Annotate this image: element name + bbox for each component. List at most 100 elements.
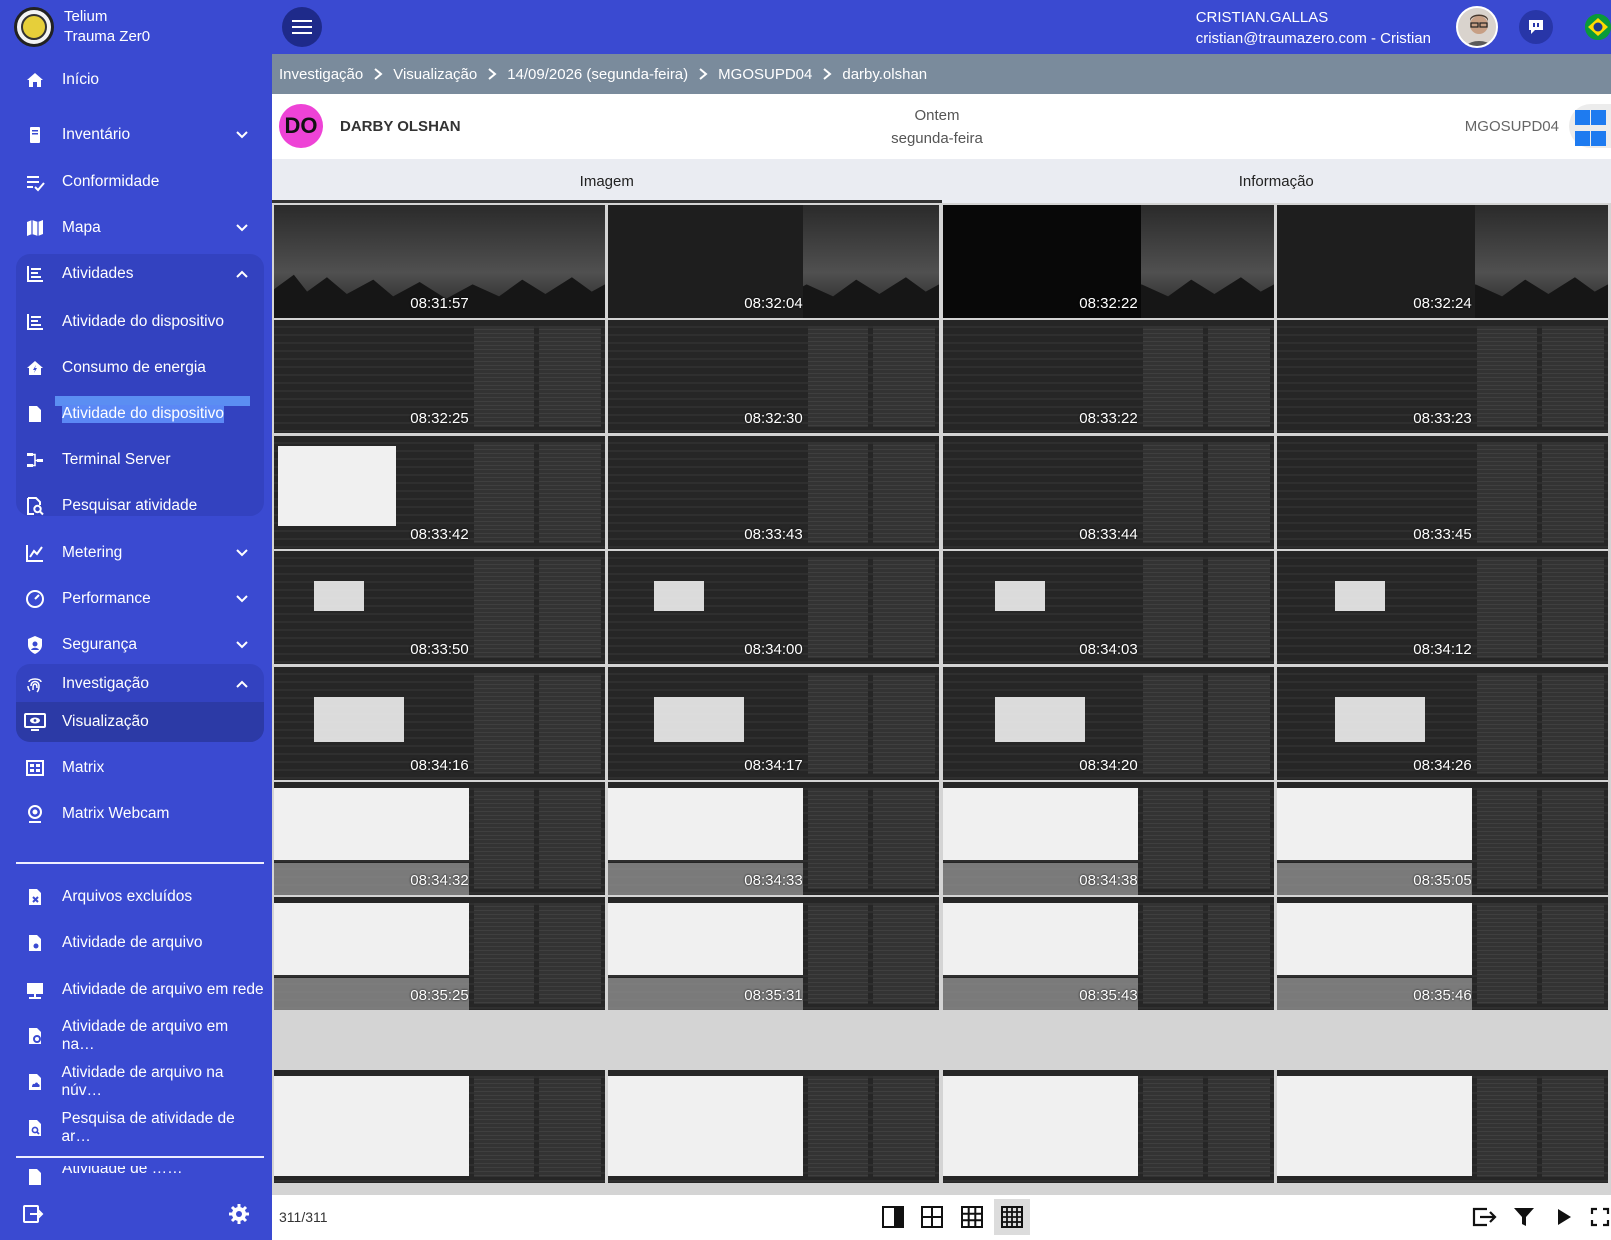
thumbnail-timestamp: 08:34:32 [410,872,469,889]
sidebar-item-atividade-arquivo-na[interactable]: Atividade de arquivo em na… [16,1016,264,1056]
screenshot-thumbnail[interactable]: 08:34:16 [274,667,605,780]
sidebar-item-investigacao[interactable]: Investigação [16,664,264,704]
screenshot-thumbnail[interactable]: 08:33:45 [1277,436,1608,549]
screenshot-thumbnail[interactable]: 08:33:50 [274,551,605,664]
grid-image-icon [24,757,46,779]
sidebar-item-matrix[interactable]: Matrix [16,748,264,788]
screenshot-thumbnail[interactable]: 08:32:04 [608,205,939,318]
screenshot-thumbnail[interactable]: 08:34:17 [608,667,939,780]
screenshot-thumbnail[interactable]: 08:34:38 [943,782,1274,895]
sidebar-item-truncated[interactable]: Atividade de …… [16,1166,264,1188]
windows-logo-icon [1569,104,1611,148]
breadcrumb-device[interactable]: MGOSUPD04 [718,66,812,83]
screenshot-thumbnail[interactable]: 08:32:24 [1277,205,1608,318]
screenshot-thumbnail[interactable]: 08:34:03 [943,551,1274,664]
chevron-up-icon[interactable] [232,674,252,694]
sidebar-item-seguranca[interactable]: Segurança [16,625,264,665]
sidebar-item-consumo-energia[interactable]: Consumo de energia [16,348,264,388]
sidebar-item-matrix-webcam[interactable]: Matrix Webcam [16,794,264,834]
screenshot-thumbnail[interactable] [1277,1070,1608,1183]
hamburger-menu-button[interactable] [282,7,322,47]
breadcrumb-visualizacao[interactable]: Visualização [393,66,477,83]
sidebar-item-performance[interactable]: Performance [16,579,264,619]
thumbnail-timestamp: 08:34:20 [1079,757,1138,774]
gauge-icon [24,588,46,610]
screenshot-thumbnail[interactable]: 08:34:26 [1277,667,1608,780]
export-icon [1472,1207,1497,1227]
activity-list-icon [24,263,46,285]
screenshot-thumbnail[interactable]: 08:34:12 [1277,551,1608,664]
sidebar-item-conformidade[interactable]: Conformidade [16,162,264,202]
screenshot-thumbnail[interactable]: 08:34:20 [943,667,1274,780]
screenshot-thumbnail[interactable]: 08:34:00 [608,551,939,664]
chevron-down-icon[interactable] [232,543,252,563]
brand[interactable]: Telium Trauma Zer0 [0,0,272,54]
logout-icon[interactable] [22,1203,44,1230]
screenshot-thumbnail[interactable]: 08:33:44 [943,436,1274,549]
layout-3x3-button[interactable] [954,1199,990,1235]
layout-2x2-button[interactable] [914,1199,950,1235]
screenshot-thumbnail[interactable]: 08:35:46 [1277,897,1608,1010]
breadcrumb-date[interactable]: 14/09/2026 (segunda-feira) [507,66,688,83]
sidebar-item-atividade-arquivo[interactable]: Atividade de arquivo [16,923,264,963]
user-info[interactable]: CRISTIAN.GALLAS cristian@traumazero.com … [1196,7,1431,49]
filter-button[interactable] [1508,1201,1540,1233]
sidebar-item-atividades[interactable]: Atividades [16,254,264,294]
breadcrumb-user: darby.olshan [842,65,928,83]
layout-4x4-button[interactable] [994,1199,1030,1235]
sidebar-item-atividade-dispositivo[interactable]: Atividade do dispositivo [16,302,264,342]
screenshot-thumbnail[interactable]: 08:35:05 [1277,782,1608,895]
file-eye-icon [24,932,46,954]
tab-imagem[interactable]: Imagem [272,159,942,203]
sidebar-item-atividade-arquivo-rede[interactable]: Atividade de arquivo em rede [16,970,264,1010]
chevron-down-icon[interactable] [232,218,252,238]
avatar[interactable] [1456,6,1498,48]
screenshot-thumbnail[interactable]: 08:32:25 [274,320,605,433]
language-flag-brazil-icon[interactable] [1585,14,1611,40]
screenshot-thumbnail[interactable]: 08:34:32 [274,782,605,895]
chat-button[interactable] [1519,10,1553,44]
screenshot-thumbnail[interactable]: 08:33:22 [943,320,1274,433]
screenshot-thumbnail[interactable]: 08:32:30 [608,320,939,433]
layout-1-column-button[interactable] [875,1199,911,1235]
screenshot-thumbnail[interactable]: 08:35:43 [943,897,1274,1010]
file-deleted-icon [24,886,46,908]
sidebar-item-metering[interactable]: Metering [16,533,264,573]
sidebar-item-arquivos-excluidos[interactable]: Arquivos excluídos [16,877,264,917]
fullscreen-button[interactable] [1584,1201,1611,1233]
sidebar-item-inventario[interactable]: Inventário [16,115,264,155]
chevron-down-icon[interactable] [232,635,252,655]
sidebar-item-pesquisa-atividade-arquivo[interactable]: Pesquisa de atividade de ar… [16,1108,264,1148]
settings-gear-icon[interactable] [228,1203,250,1230]
thumbnail-timestamp: 08:32:25 [410,410,469,427]
breadcrumb-investigacao[interactable]: Investigação [279,66,363,83]
sidebar-item-atividade-dispositivo-selected[interactable]: Atividade do dispositivo [16,394,264,434]
screenshot-thumbnail[interactable]: 08:33:42 [274,436,605,549]
sidebar-item-terminal-server[interactable]: Terminal Server [16,440,264,480]
sidebar-item-pesquisar-atividade[interactable]: Pesquisar atividade [16,486,264,526]
chevron-up-icon[interactable] [232,264,252,284]
chevron-down-icon[interactable] [232,589,252,609]
screenshot-thumbnail[interactable] [943,1070,1274,1183]
screenshot-thumbnail[interactable]: 08:33:23 [1277,320,1608,433]
screenshot-thumbnail[interactable] [608,1070,939,1183]
sidebar-item-mapa[interactable]: Mapa [16,208,264,248]
export-button[interactable] [1468,1201,1500,1233]
screenshot-grid[interactable]: 08:31:57 08:32:04 08:32:22 08:32:24 08:32:25… [272,203,1611,1195]
tab-informacao[interactable]: Informação [942,159,1611,203]
screenshot-thumbnail[interactable]: 08:33:43 [608,436,939,549]
screenshot-thumbnail[interactable] [274,1070,605,1183]
thumbnail-timestamp: 08:34:33 [744,872,803,889]
chevron-down-icon[interactable] [232,125,252,145]
screenshot-thumbnail[interactable]: 08:31:57 [274,205,605,318]
sidebar-item-visualizacao[interactable]: Visualização [16,702,264,742]
sidebar-item-atividade-arquivo-nuvem[interactable]: Atividade de arquivo na núv… [16,1062,264,1102]
screenshot-thumbnail[interactable]: 08:35:25 [274,897,605,1010]
screenshot-thumbnail[interactable]: 08:34:33 [608,782,939,895]
sidebar-item-inicio[interactable]: Início [16,60,264,100]
screenshot-thumbnail[interactable]: 08:35:31 [608,897,939,1010]
fingerprint-icon [24,673,46,695]
play-button[interactable] [1548,1201,1580,1233]
screenshot-thumbnail[interactable]: 08:32:22 [943,205,1274,318]
file-search-icon [24,1117,46,1139]
